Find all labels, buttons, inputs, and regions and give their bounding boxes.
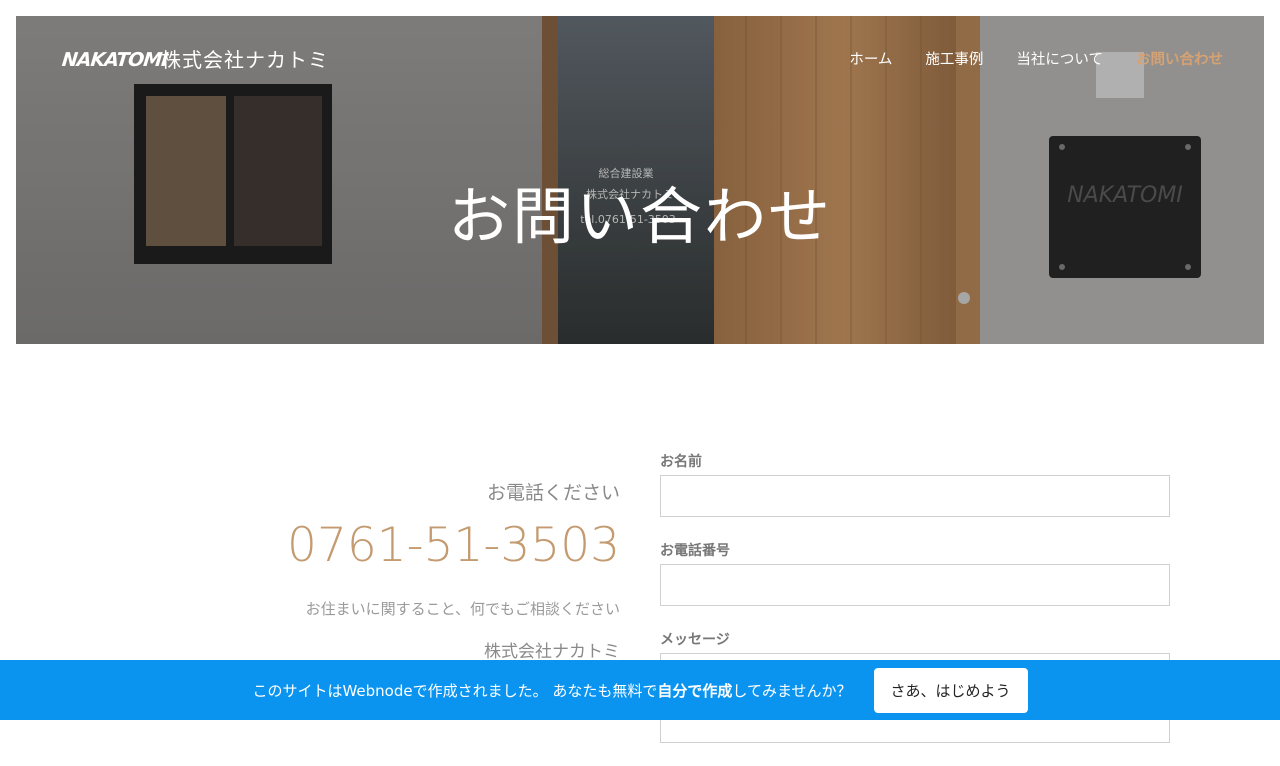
promo-text: このサイトはWebnodeで作成されました。 あなたも無料で自分で作成してみませ… [252, 680, 851, 701]
hero-banner: NAKATOMI 総合建設業 株式会社ナカトミ tel.0761-51-3503… [16, 16, 1264, 344]
message-label: メッセージ [660, 632, 730, 648]
promo-text-prefix: このサイトはWebnodeで作成されました。 あなたも無料で [252, 681, 658, 700]
tagline: お住まいに関すること、何でもご相談ください [305, 600, 620, 618]
nav-item-about[interactable]: 当社について [1016, 48, 1103, 69]
site-title[interactable]: 株式会社ナカトミ [161, 44, 329, 73]
phone-input[interactable] [660, 564, 1170, 606]
promo-text-bold: 自分で作成 [657, 681, 733, 700]
logo-text: NAKATOMI [60, 49, 169, 71]
phone-number[interactable]: 0761-51-3503 [200, 518, 620, 573]
company-name-small: 株式会社ナカトミ [484, 642, 620, 662]
promo-text-suffix: してみませんか？ [732, 681, 852, 700]
main-nav: ホーム 施工事例 当社について お問い合わせ [849, 48, 1223, 69]
name-input[interactable] [660, 475, 1170, 517]
nav-item-works[interactable]: 施工事例 [925, 48, 983, 69]
webnode-promo-bar: このサイトはWebnodeで作成されました。 あなたも無料で自分で作成してみませ… [0, 660, 1280, 720]
name-label: お名前 [660, 454, 702, 470]
logo[interactable]: NAKATOMI [60, 46, 169, 74]
call-heading: お電話ください [486, 482, 620, 504]
get-started-button[interactable]: さあ、はじめよう [873, 667, 1028, 713]
nav-item-home[interactable]: ホーム [849, 48, 892, 69]
phone-label: お電話番号 [660, 543, 730, 559]
page-title: お問い合わせ [447, 180, 832, 253]
nav-item-contact[interactable]: お問い合わせ [1136, 48, 1223, 69]
